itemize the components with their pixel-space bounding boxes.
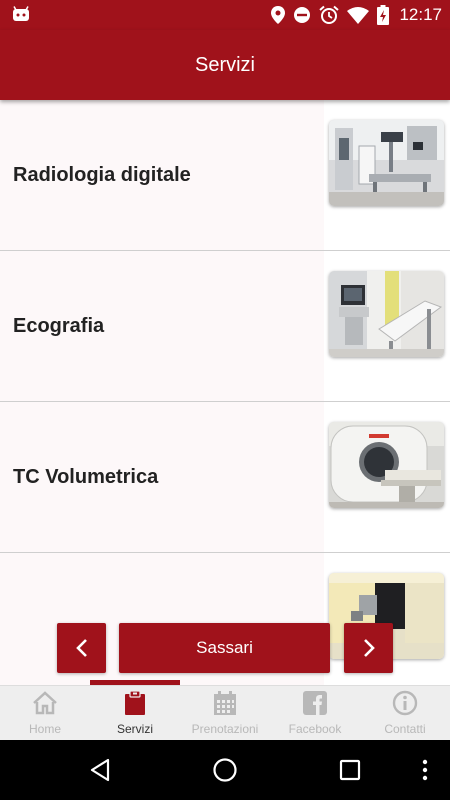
chevron-right-icon (363, 639, 375, 657)
info-icon (392, 690, 418, 716)
previous-city-button[interactable] (57, 623, 106, 673)
next-city-button[interactable] (344, 623, 393, 673)
tab-servizi[interactable]: Servizi (90, 686, 180, 740)
radiology-room-photo (329, 120, 444, 206)
do-not-disturb-icon (294, 7, 311, 23)
alarm-icon (319, 5, 340, 24)
list-item[interactable]: Ecografia (0, 251, 450, 402)
tab-label: Prenotazioni (191, 722, 259, 736)
ultrasound-room-photo (329, 271, 444, 357)
android-icon (13, 6, 29, 21)
tab-facebook[interactable]: Facebook (270, 686, 360, 740)
chevron-left-icon (75, 639, 87, 657)
tab-label: Facebook (288, 722, 342, 736)
city-selector: Sassari (0, 623, 450, 673)
service-list[interactable]: Radiologia digitale Ecografia TC Volumet… (0, 100, 450, 685)
list-item[interactable]: TC Volumetrica (0, 402, 450, 553)
tab-label: Contatti (384, 722, 426, 736)
calendar-icon (214, 691, 236, 715)
status-bar: 12:17 (0, 0, 450, 30)
battery-charging-icon (377, 5, 390, 25)
bottom-tab-bar: Home Servizi Prenotazioni Facebook Conta… (0, 685, 450, 740)
more-vertical-icon (422, 759, 428, 781)
tab-contatti[interactable]: Contatti (360, 686, 450, 740)
status-clock: 12:17 (399, 5, 442, 24)
home-circle-icon (213, 758, 237, 782)
wifi-icon (347, 7, 370, 24)
tab-label: Home (28, 722, 61, 736)
back-button[interactable] (75, 740, 125, 800)
tab-label: Servizi (116, 722, 153, 736)
service-label: Radiologia digitale (13, 163, 191, 186)
home-icon (33, 691, 57, 715)
tab-home[interactable]: Home (0, 686, 90, 740)
service-label: Ecografia (13, 314, 105, 337)
home-system-button[interactable] (200, 740, 250, 800)
location-icon (271, 6, 286, 24)
system-navigation-bar (0, 740, 450, 800)
page-title: Servizi (194, 53, 255, 76)
ct-scanner-photo (329, 422, 444, 508)
facebook-icon (303, 691, 327, 715)
city-button[interactable]: Sassari (119, 623, 330, 673)
service-label: TC Volumetrica (13, 465, 159, 488)
app-bar: Servizi (0, 30, 450, 100)
clipboard-icon (125, 690, 145, 715)
tab-prenotazioni[interactable]: Prenotazioni (180, 686, 270, 740)
recents-button[interactable] (325, 740, 375, 800)
back-triangle-icon (90, 758, 110, 782)
overflow-menu-button[interactable] (410, 740, 440, 800)
list-item[interactable]: Radiologia digitale (0, 100, 450, 251)
recents-square-icon (339, 759, 361, 781)
